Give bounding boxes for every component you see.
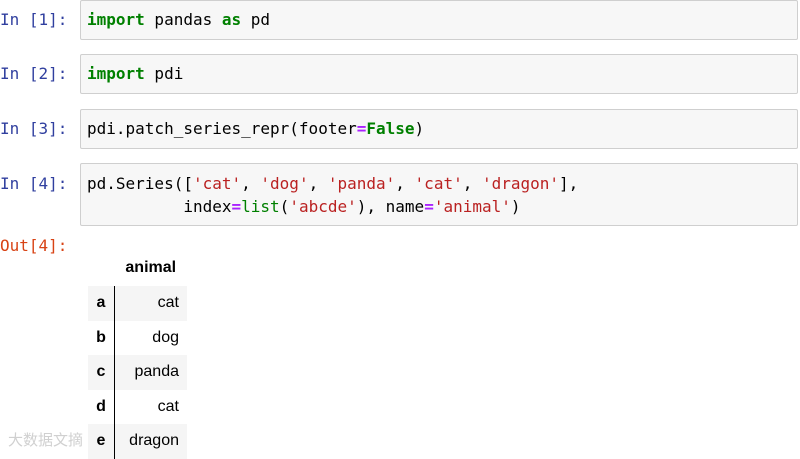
code-token-str: 'abcde' [289, 197, 357, 216]
code-token: ), name [356, 197, 425, 216]
code-token-str: 'dragon' [481, 174, 560, 193]
code-input-area[interactable]: import pdi [80, 54, 798, 94]
code-token-op: = [424, 197, 434, 216]
code-token: , [308, 174, 328, 193]
index-header [88, 250, 115, 286]
code-token: , [241, 174, 261, 193]
code-token-str: 'dog' [260, 174, 309, 193]
code-token-kw: False [366, 119, 415, 138]
code-line: import pdi [87, 63, 183, 85]
table-row: d cat [88, 389, 187, 424]
table-row: e dragon [88, 424, 187, 459]
row-index: a [88, 286, 115, 321]
row-value: panda [114, 355, 187, 390]
code-input-area[interactable]: pd.Series(['cat', 'dog', 'panda', 'cat',… [80, 163, 798, 226]
row-value: cat [114, 286, 187, 321]
code-token-str: 'animal' [433, 197, 511, 216]
code-token-op: = [356, 119, 367, 138]
row-value: dog [152, 328, 179, 346]
code-token: ) [510, 197, 521, 216]
code-token-op: = [231, 197, 242, 216]
code-token-str: 'cat' [192, 174, 242, 193]
row-index: d [88, 389, 115, 424]
code-token: pandas [144, 10, 222, 29]
input-prompt: In [2]: [0, 64, 68, 83]
code-token-kw: as [221, 10, 242, 29]
code-token-str: 'panda' [327, 174, 396, 193]
row-index: c [88, 355, 115, 390]
code-token-bi: list [241, 197, 280, 216]
output-prompt: Out[4]: [0, 236, 68, 255]
code-token: ], [559, 174, 579, 193]
code-token-str: 'cat' [414, 174, 463, 193]
code-token: ( [279, 197, 290, 216]
table-row: c panda [88, 355, 187, 390]
watermark-logo: 大数据文摘 [8, 431, 84, 449]
code-cell-4: In [4]: pd.Series(['cat', 'dog', 'panda'… [0, 163, 800, 227]
row-index: b [88, 320, 115, 355]
code-token: pdi [144, 64, 184, 83]
input-prompt: In [1]: [0, 10, 68, 29]
code-token-kw: import [87, 64, 145, 83]
code-cell-1: In [1]: import pandas as pd [0, 0, 800, 44]
code-input-area[interactable]: pdi.patch_series_repr(footer=False) [80, 109, 798, 149]
code-token-kw: import [87, 10, 145, 29]
input-prompt: In [4]: [0, 174, 68, 193]
output-series-table: animal a cat b dog c panda d cat e dragon [88, 250, 187, 459]
column-header: animal [125, 259, 177, 276]
row-value: dragon [114, 424, 187, 459]
row-index: e [88, 424, 115, 459]
table-row: b dog [88, 320, 187, 355]
code-line: pdi.patch_series_repr(footer=False) [87, 118, 424, 140]
code-token: , [395, 174, 415, 193]
table-header-row: animal [88, 250, 187, 286]
code-cell-3: In [3]: pdi.patch_series_repr(footer=Fal… [0, 109, 800, 153]
code-token: pdi.patch_series_repr(footer [87, 119, 357, 138]
code-line: index=list('abcde'), name='animal') [87, 196, 521, 218]
table-row: a cat [88, 286, 187, 321]
row-value: cat [157, 397, 179, 415]
code-line: import pandas as pd [87, 9, 270, 31]
code-token: pd.Series([ [87, 174, 193, 193]
code-token: pd [241, 10, 271, 29]
code-cell-2: In [2]: import pdi [0, 54, 800, 98]
code-token: , [462, 174, 482, 193]
code-input-area[interactable]: import pandas as pd [80, 0, 798, 40]
input-prompt: In [3]: [0, 119, 68, 138]
code-token: index [87, 197, 232, 216]
code-token: ) [414, 119, 425, 138]
code-line: pd.Series(['cat', 'dog', 'panda', 'cat',… [87, 173, 578, 195]
